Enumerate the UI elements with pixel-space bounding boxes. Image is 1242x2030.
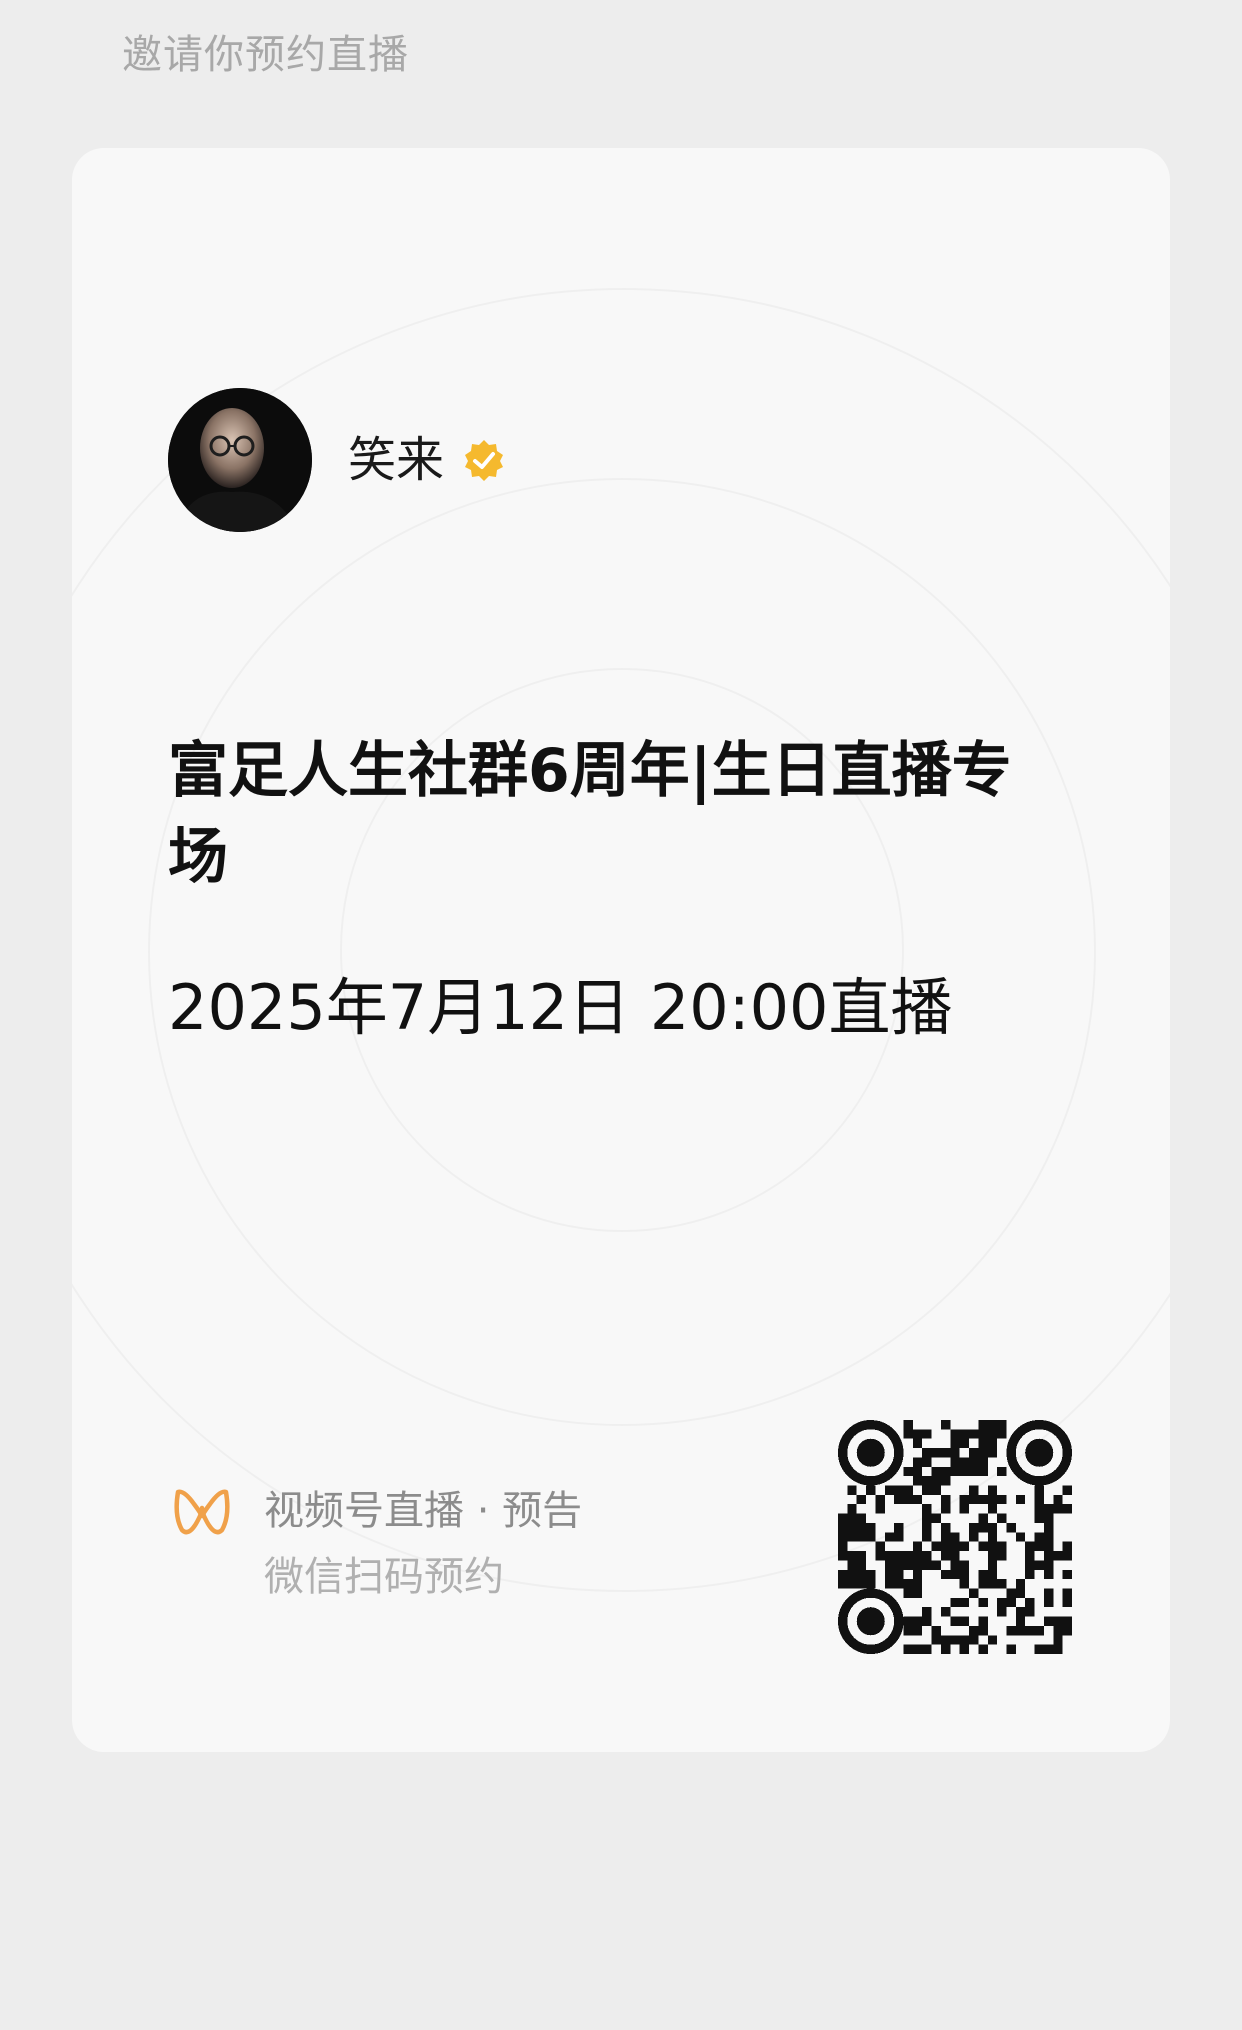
author-avatar[interactable] bbox=[168, 388, 312, 532]
qr-code[interactable] bbox=[838, 1420, 1072, 1654]
scan-to-reserve-label: 微信扫码预约 bbox=[264, 1554, 504, 1600]
author-name[interactable]: 笑来 bbox=[348, 432, 444, 488]
ripple-decoration-middle bbox=[148, 478, 1096, 1426]
channels-source-label: 视频号直播 · 预告 bbox=[264, 1488, 583, 1534]
verified-badge-icon bbox=[465, 440, 503, 481]
live-invite-card: 笑来 富足人生社群6周年|生日直播专场 2025年7月12日 20:00直播 视… bbox=[72, 148, 1170, 1752]
page-header-title: 邀请你预约直播 bbox=[122, 32, 409, 78]
channels-logo-icon bbox=[174, 1489, 230, 1535]
live-time: 2025年7月12日 20:00直播 bbox=[168, 971, 953, 1044]
live-title: 富足人生社群6周年|生日直播专场 bbox=[168, 736, 1012, 892]
